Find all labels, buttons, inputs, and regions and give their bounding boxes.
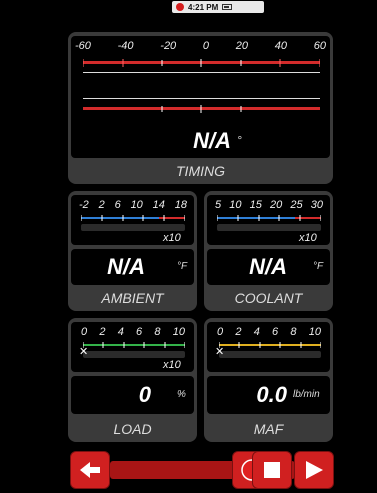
- maf-unit: lb/min: [293, 389, 320, 400]
- back-arrow-icon: [80, 462, 100, 478]
- maf-tick-scale: [219, 342, 321, 348]
- ambient-scale-labels: -2 2 6 10 14 18: [79, 199, 187, 211]
- maf-label: MAF: [253, 421, 284, 437]
- play-button[interactable]: [294, 451, 334, 489]
- load-tick-scale: [83, 342, 185, 348]
- timing-upper-track: [83, 72, 320, 73]
- maf-gauge-panel: 0 2 4 6 8 10 ✕ 0.0 lb/min MAF: [204, 318, 333, 442]
- timing-lower-tick-scale: [83, 105, 320, 113]
- coolant-value: N/A: [249, 254, 287, 279]
- load-value-box: 0 %: [71, 376, 194, 414]
- timing-value: N/A: [193, 128, 231, 153]
- load-gauge-panel: 0 2 4 6 8 10 ✕ x10 0 % LOAD: [68, 318, 197, 442]
- coolant-multiplier: x10: [299, 232, 317, 244]
- coolant-scale-area: 5 10 15 20 25 30 x10: [207, 195, 330, 245]
- stop-button[interactable]: [252, 451, 292, 489]
- coolant-scale-labels: 5 10 15 20 25 30: [215, 199, 323, 211]
- ambient-label: AMBIENT: [101, 290, 164, 306]
- load-current-marker-icon: ✕: [79, 346, 89, 358]
- timing-upper-tick-scale: [83, 59, 320, 67]
- play-icon: [306, 461, 323, 479]
- coolant-track: [217, 224, 321, 231]
- timing-scale-labels: -60 -40 -20 0 20 40 60: [75, 40, 326, 52]
- ambient-value: N/A: [107, 254, 145, 279]
- load-scale-area: 0 2 4 6 8 10 ✕ x10: [71, 322, 194, 372]
- load-track: [83, 351, 185, 358]
- coolant-gauge-panel: 5 10 15 20 25 30 x10 N/A °F COOLANT: [204, 191, 333, 311]
- timing-label: TIMING: [176, 163, 225, 179]
- ambient-gauge-panel: -2 2 6 10 14 18 x10 N/A °F AMBIENT: [68, 191, 197, 311]
- ambient-multiplier: x10: [163, 232, 181, 244]
- maf-scale-area: 0 2 4 6 8 10 ✕: [207, 322, 330, 372]
- back-button[interactable]: [70, 451, 110, 489]
- status-time: 4:21 PM: [188, 2, 219, 12]
- load-label: LOAD: [113, 421, 152, 437]
- battery-icon: [222, 4, 233, 10]
- ambient-tick-scale: [81, 215, 185, 221]
- timing-value-box: N/A °: [71, 124, 330, 158]
- load-scale-labels: 0 2 4 6 8 10: [81, 326, 185, 338]
- coolant-tick-scale: [217, 215, 321, 221]
- maf-current-marker-icon: ✕: [215, 346, 225, 358]
- maf-scale-labels: 0 2 4 6 8 10: [217, 326, 321, 338]
- ambient-scale-area: -2 2 6 10 14 18 x10: [71, 195, 194, 245]
- ambient-value-box: N/A °F: [71, 249, 194, 285]
- maf-value-box: 0.0 lb/min: [207, 376, 330, 414]
- load-multiplier: x10: [163, 359, 181, 371]
- coolant-label: COOLANT: [234, 290, 303, 306]
- ambient-unit: °F: [177, 261, 188, 272]
- timing-gauge-panel: -60 -40 -20 0 20 40 60 N/A ° TIMING: [68, 32, 333, 184]
- status-bar: 4:21 PM: [172, 1, 264, 13]
- playback-toolbar: [70, 449, 334, 491]
- coolant-unit: °F: [313, 261, 324, 272]
- coolant-value-box: N/A °F: [207, 249, 330, 285]
- ambient-track: [81, 224, 185, 231]
- recording-indicator-icon: [176, 3, 184, 11]
- load-value: 0: [138, 382, 151, 407]
- stop-icon: [264, 462, 280, 478]
- maf-value: 0.0: [256, 382, 287, 407]
- maf-track: [219, 351, 321, 358]
- load-unit: %: [177, 389, 186, 400]
- timing-lower-track: [83, 98, 320, 99]
- timing-unit: °: [237, 133, 242, 147]
